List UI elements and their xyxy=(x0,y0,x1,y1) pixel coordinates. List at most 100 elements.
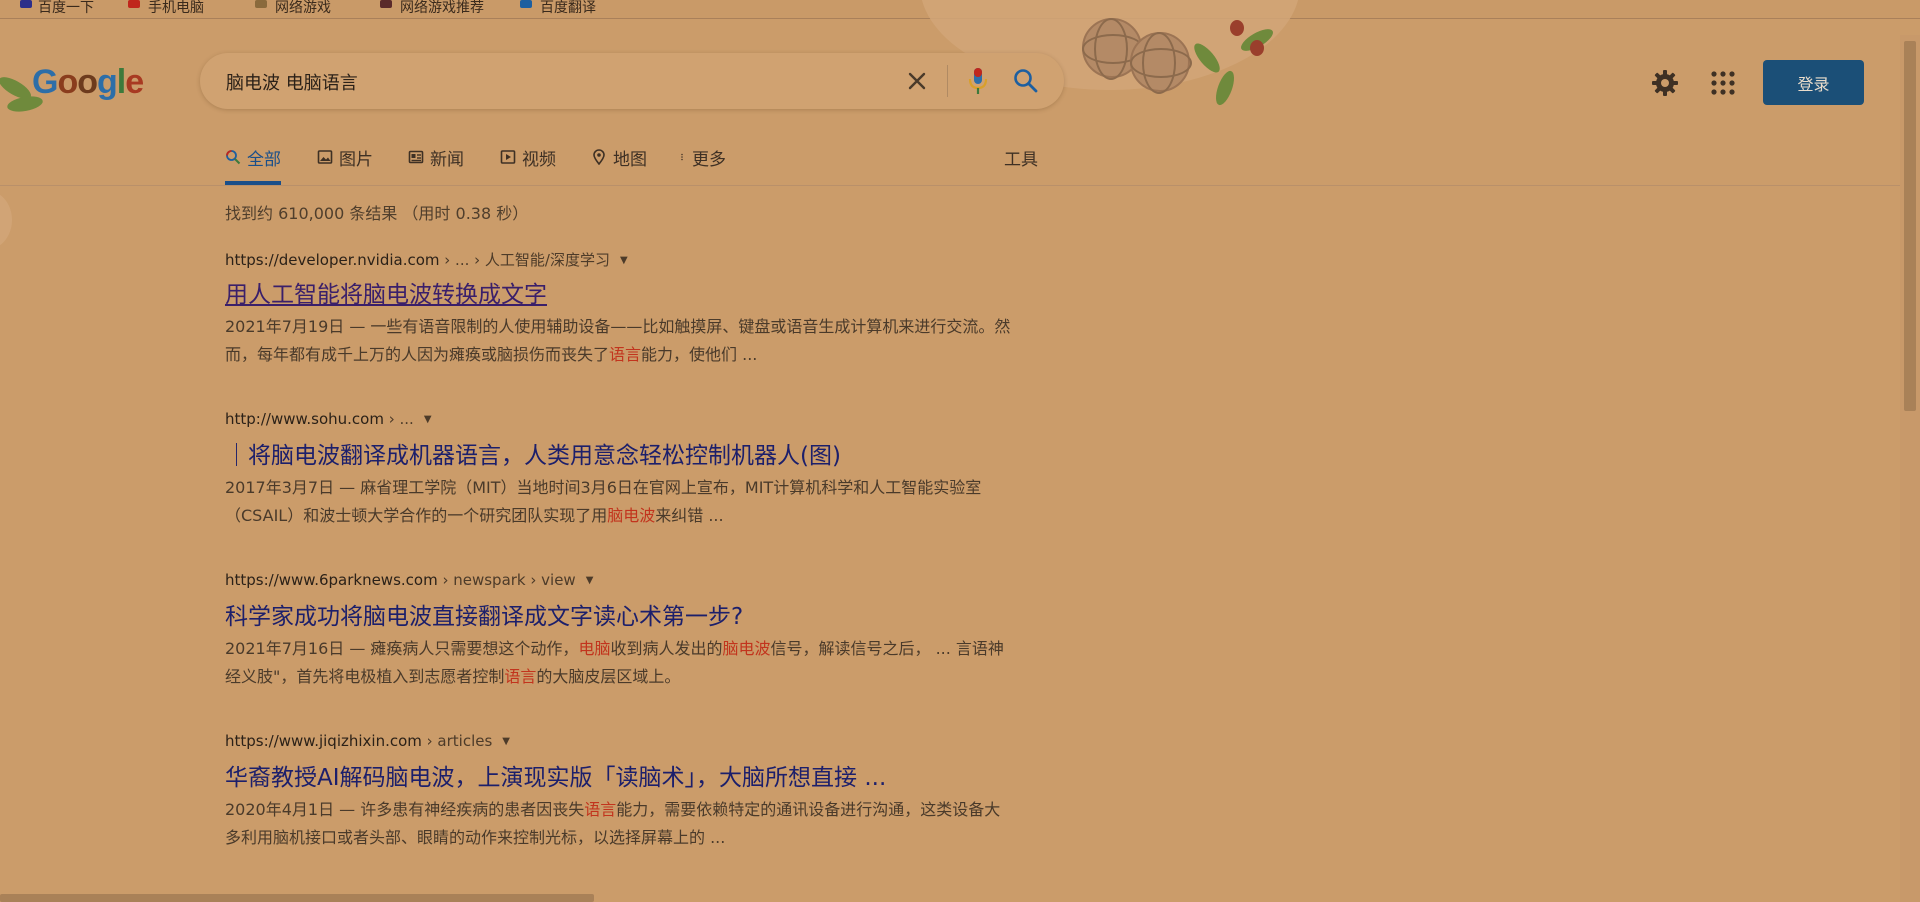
doodle-berry-icon xyxy=(1250,40,1264,56)
snippet-text: 2021年7月16日 — 瘫痪病人只需要想这个动作， xyxy=(225,639,579,658)
result-stats: 找到约 610,000 条结果 （用时 0.38 秒） xyxy=(225,204,529,223)
tab-news[interactable]: 新闻 xyxy=(408,145,464,185)
chevron-down-icon[interactable]: ▼ xyxy=(424,414,432,425)
vertical-scrollbar-thumb[interactable] xyxy=(1904,41,1916,411)
map-pin-icon xyxy=(593,149,605,165)
bookmark-icon xyxy=(255,0,267,8)
search-divider xyxy=(947,65,948,97)
result-url[interactable]: https://www.jiqizhixin.com › articles ▼ xyxy=(225,732,1015,752)
doodle-ball-icon xyxy=(1130,32,1192,94)
snippet-highlight: 脑电波 xyxy=(722,639,771,658)
tab-label: 视频 xyxy=(522,150,556,170)
doodle-leaf-icon xyxy=(1212,68,1238,108)
search-result: https://www.6parknews.com › newspark › v… xyxy=(225,571,1015,691)
result-snippet: 2017年3月7日 — 麻省理工学院（MIT）当地时间3月6日在官网上宣布，MI… xyxy=(225,474,1015,530)
snippet-text: 收到病人发出的 xyxy=(610,639,723,658)
result-url[interactable]: http://www.sohu.com › ... ▼ xyxy=(225,410,1015,430)
bookmark-item[interactable]: 百度翻译 xyxy=(540,0,596,17)
logo-letter: e xyxy=(125,63,144,101)
snippet-highlight: 语言 xyxy=(609,345,642,364)
chevron-down-icon[interactable]: ▼ xyxy=(586,575,594,586)
doodle-background-shape xyxy=(0,190,12,250)
bookmark-icon xyxy=(520,0,532,8)
result-title-link[interactable]: 科学家成功将脑电波直接翻译成文字读心术第一步? xyxy=(225,603,1015,631)
logo-letter: G xyxy=(32,63,58,101)
result-path: › articles xyxy=(421,732,493,750)
result-title-link[interactable]: 华裔教授AI解码脑电波，上演现实版「读脑术」，大脑所想直接 ... xyxy=(225,764,1015,792)
image-icon xyxy=(317,150,333,164)
result-title-link[interactable]: 用人工智能将脑电波转换成文字 xyxy=(225,281,1015,309)
settings-button[interactable] xyxy=(1650,68,1680,98)
bookmark-item[interactable]: 网络游戏推荐 xyxy=(400,0,484,17)
vertical-scrollbar[interactable] xyxy=(1900,35,1920,902)
tab-label: 新闻 xyxy=(430,150,464,170)
result-domain: http://www.sohu.com xyxy=(225,410,384,428)
header-divider xyxy=(0,185,1900,186)
snippet-text: 来纠错 ... xyxy=(655,506,724,525)
result-domain: https://www.6parknews.com xyxy=(225,571,438,589)
tab-label: 工具 xyxy=(1004,150,1038,170)
result-path: › ... › 人工智能/深度学习 xyxy=(439,251,610,269)
logo-letter: o xyxy=(77,63,98,101)
bookmark-icon xyxy=(128,0,140,8)
more-vert-icon xyxy=(681,153,683,161)
logo-letter: l xyxy=(116,63,127,101)
chevron-down-icon[interactable]: ▼ xyxy=(502,736,510,747)
tab-label: 更多 xyxy=(692,150,726,170)
snippet-highlight: 脑电波 xyxy=(607,506,656,525)
result-url[interactable]: https://www.6parknews.com › newspark › v… xyxy=(225,571,1015,591)
tab-tools[interactable]: 工具 xyxy=(1004,145,1038,185)
search-result: http://www.sohu.com › ... ▼ ｜将脑电波翻译成机器语言，… xyxy=(225,410,1015,530)
snippet-highlight: 电脑 xyxy=(578,639,611,658)
voice-search-button[interactable] xyxy=(964,65,992,97)
tab-more[interactable]: 更多 xyxy=(680,145,726,185)
logo-letter: o xyxy=(57,63,78,101)
snippet-text: 的大脑皮层区域上。 xyxy=(536,667,681,686)
result-path: › newspark › view xyxy=(437,571,576,589)
tab-label: 图片 xyxy=(339,150,373,170)
search-button[interactable] xyxy=(1010,65,1042,97)
doodle-berry-icon xyxy=(1230,20,1244,36)
bookmark-item[interactable]: 网络游戏 xyxy=(275,0,331,17)
mic-icon xyxy=(968,68,988,94)
result-url[interactable]: https://developer.nvidia.com › ... › 人工智… xyxy=(225,249,1015,269)
bookmark-item[interactable]: 手机电脑 xyxy=(148,0,204,17)
search-result: https://developer.nvidia.com › ... › 人工智… xyxy=(225,249,1015,369)
snippet-text: 2017年3月7日 — 麻省理工学院（MIT）当地时间3月6日在官网上宣布，MI… xyxy=(225,478,982,525)
chevron-down-icon[interactable]: ▼ xyxy=(620,255,628,266)
tab-videos[interactable]: 视频 xyxy=(500,145,556,185)
video-icon xyxy=(500,150,516,164)
result-domain: https://www.jiqizhixin.com xyxy=(225,732,422,750)
tab-label: 全部 xyxy=(247,150,281,170)
tab-maps[interactable]: 地图 xyxy=(591,145,647,185)
close-icon xyxy=(908,72,926,90)
tab-images[interactable]: 图片 xyxy=(317,145,373,185)
snippet-text: 能力，使他们 ... xyxy=(641,345,758,364)
snippet-text: 2020年4月1日 — 许多患有神经疾病的患者因丧失 xyxy=(225,800,585,819)
bookmark-item[interactable]: 百度一下 xyxy=(38,0,94,17)
tab-all[interactable]: 全部 xyxy=(225,145,281,185)
apps-button[interactable] xyxy=(1709,69,1737,97)
news-icon xyxy=(408,150,424,164)
horizontal-scrollbar-thumb[interactable] xyxy=(0,894,594,902)
gear-icon xyxy=(1652,70,1678,96)
google-logo[interactable]: Google xyxy=(32,63,144,102)
bookmark-icon xyxy=(380,0,392,8)
tab-label: 地图 xyxy=(613,150,647,170)
search-icon xyxy=(226,150,241,165)
result-path: › ... xyxy=(383,410,414,428)
logo-letter: g xyxy=(97,63,118,101)
result-snippet: 2021年7月19日 — 一些有语音限制的人使用辅助设备——比如触摸屏、键盘或语… xyxy=(225,313,1015,369)
result-snippet: 2020年4月1日 — 许多患有神经疾病的患者因丧失语言能力，需要依赖特定的通讯… xyxy=(225,796,1015,852)
search-result: https://www.jiqizhixin.com › articles ▼ 华… xyxy=(225,732,1015,852)
apps-grid-icon xyxy=(1711,71,1735,95)
result-title-link[interactable]: ｜将脑电波翻译成机器语言，人类用意念轻松控制机器人(图) xyxy=(225,442,1015,470)
result-domain: https://developer.nvidia.com xyxy=(225,251,440,269)
search-bar xyxy=(200,53,1064,109)
search-input[interactable] xyxy=(224,69,868,95)
snippet-highlight: 语言 xyxy=(584,800,617,819)
result-snippet: 2021年7月16日 — 瘫痪病人只需要想这个动作，电脑收到病人发出的脑电波信号… xyxy=(225,635,1015,691)
search-tabs: 全部 图片 新闻 视频 地图 更多 工具 xyxy=(224,145,1044,185)
sign-in-button[interactable]: 登录 xyxy=(1763,60,1864,105)
clear-search-button[interactable] xyxy=(903,67,931,95)
